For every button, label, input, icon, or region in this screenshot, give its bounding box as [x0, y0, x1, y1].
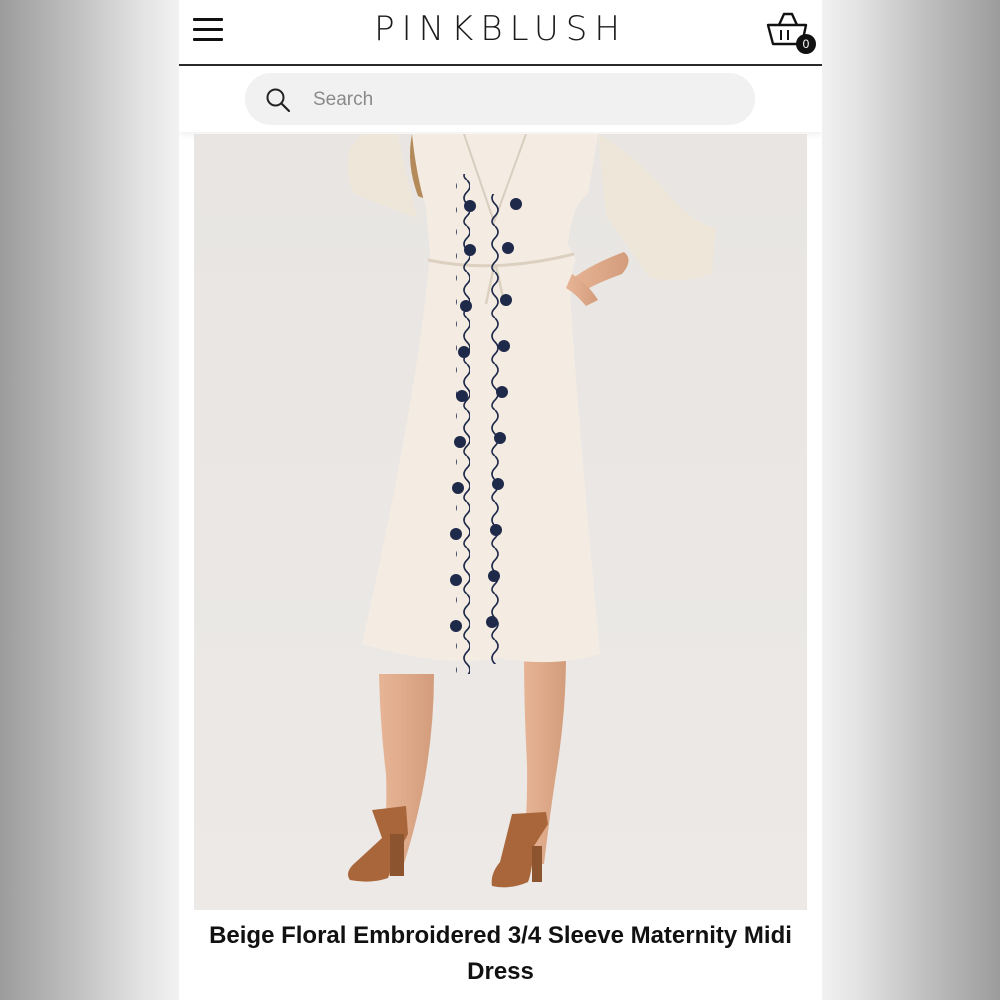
cart-button[interactable]: 0: [765, 10, 817, 56]
brand-logo[interactable]: PINKBLUSH: [179, 9, 822, 49]
dress-photo: [194, 134, 807, 910]
product-title[interactable]: Beige Floral Embroidered 3/4 Sleeve Mate…: [179, 918, 822, 990]
product-image[interactable]: [194, 134, 807, 910]
site-header: PINKBLUSH 0: [179, 0, 822, 66]
cart-count-badge: 0: [796, 34, 816, 54]
search-input[interactable]: [311, 83, 735, 117]
mobile-page: PINKBLUSH 0 Search Beige Floral Embroide…: [179, 0, 822, 1000]
search-icon[interactable]: [265, 87, 291, 113]
search-section: [179, 66, 822, 132]
search-bar[interactable]: [245, 73, 755, 125]
